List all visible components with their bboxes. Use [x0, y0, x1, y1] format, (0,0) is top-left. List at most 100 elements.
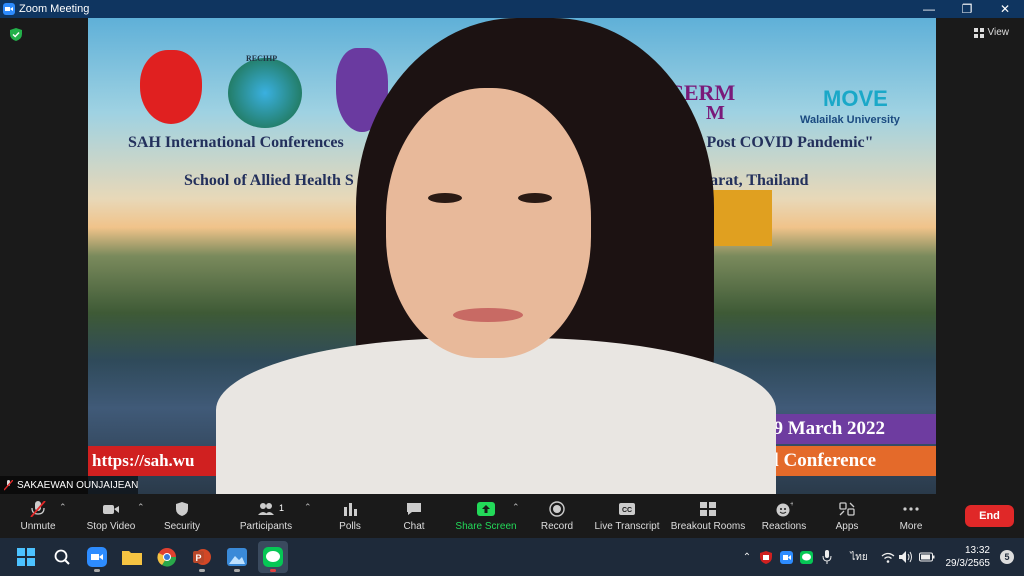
share-screen-label: Share Screen	[455, 520, 517, 532]
video-camera-icon	[103, 504, 119, 514]
move-logo-sub: Walailak University	[800, 114, 900, 126]
chat-label: Chat	[403, 520, 425, 532]
person-right-eye	[518, 193, 552, 203]
apps-icon	[839, 501, 855, 516]
stop-video-button[interactable]: Stop Video	[86, 494, 136, 538]
live-transcript-button[interactable]: CC Live Transcript	[594, 494, 660, 538]
volume-icon[interactable]	[898, 538, 914, 576]
shield-icon	[176, 501, 188, 516]
recihp-label: RECIHP	[246, 54, 278, 63]
taskbar-file-explorer[interactable]	[117, 541, 147, 573]
taskbar-line-app[interactable]	[258, 541, 288, 573]
svg-text:+: +	[790, 501, 793, 508]
participant-name: SAKAEWAN OUNJAIJEAN	[17, 479, 139, 491]
folder-icon	[122, 551, 142, 565]
taskbar-powerpoint[interactable]: P	[187, 541, 217, 573]
share-options-caret[interactable]: ⌃	[512, 502, 520, 513]
apps-button[interactable]: Apps	[834, 494, 860, 538]
share-screen-icon	[477, 501, 495, 516]
person-left-eye	[428, 193, 462, 203]
conference-banner: al Conference	[758, 446, 936, 476]
tray-microphone-icon[interactable]	[820, 538, 834, 576]
cerm-logo-sub: M	[706, 102, 725, 124]
url-banner: https://sah.wu	[88, 446, 228, 476]
participant-name-tag: SAKAEWAN OUNJAIJEAN	[0, 476, 139, 494]
tray-security-icon[interactable]	[758, 538, 774, 576]
battery-icon[interactable]	[918, 538, 936, 576]
more-label: More	[899, 520, 923, 532]
tray-language-indicator[interactable]: ไทย	[846, 538, 872, 576]
search-button[interactable]	[47, 541, 77, 573]
participants-options-caret[interactable]: ⌃	[304, 502, 312, 513]
record-button[interactable]: Record	[538, 494, 576, 538]
security-label: Security	[163, 520, 201, 532]
video-options-caret[interactable]: ⌃	[137, 502, 145, 513]
encryption-shield-icon[interactable]	[10, 28, 22, 41]
record-label: Record	[540, 520, 574, 532]
meeting-toolbar: Unmute ⌃ Stop Video ⌃ Security Participa…	[0, 494, 1024, 538]
close-button[interactable]: ✕	[986, 0, 1024, 18]
wifi-icon[interactable]	[880, 538, 896, 576]
more-button[interactable]: More	[896, 494, 926, 538]
more-dots-icon	[903, 506, 919, 511]
hero-logo	[140, 50, 202, 124]
move-logo: MOVE	[823, 86, 888, 111]
grid-icon	[973, 27, 984, 38]
svg-text:P: P	[195, 553, 201, 563]
date-banner: 29 March 2022	[758, 414, 936, 444]
banner-title-left: SAH International Conferences	[128, 134, 344, 151]
window-title: Zoom Meeting	[19, 3, 90, 15]
cc-glyph: CC	[622, 507, 632, 514]
restore-button[interactable]: ❐	[948, 0, 986, 18]
chat-button[interactable]: Chat	[398, 494, 430, 538]
clock-time: 13:32	[964, 545, 990, 556]
view-button[interactable]: View	[969, 24, 1015, 41]
security-button[interactable]: Security	[162, 494, 202, 538]
search-icon	[54, 549, 70, 565]
polls-icon	[344, 502, 357, 516]
chat-icon	[407, 502, 421, 515]
clock-date: 29/3/2565	[945, 558, 991, 569]
banner-school-left: School of Allied Health S	[184, 172, 354, 189]
zoom-app-icon	[3, 3, 15, 15]
participant-video: RECIHP CERM M MOVE Walailak University S…	[88, 18, 936, 494]
live-transcript-label: Live Transcript	[594, 520, 660, 532]
taskbar-chrome[interactable]	[152, 541, 182, 573]
minimize-button[interactable]: —	[910, 0, 948, 18]
line-chat-icon	[263, 547, 283, 567]
taskbar-photos[interactable]	[222, 541, 252, 573]
powerpoint-icon: P	[193, 549, 211, 565]
share-screen-button[interactable]: Share Screen	[455, 494, 517, 538]
person-lips	[453, 308, 523, 322]
end-meeting-button[interactable]: End	[965, 505, 1014, 527]
breakout-rooms-button[interactable]: Breakout Rooms	[670, 494, 746, 538]
unmute-button[interactable]: Unmute	[18, 494, 58, 538]
notification-badge[interactable]: 5	[1000, 550, 1014, 564]
tray-zoom-icon[interactable]	[778, 538, 794, 576]
person-shirt	[216, 338, 776, 494]
running-indicator	[270, 569, 276, 572]
start-button[interactable]	[11, 541, 41, 573]
polls-label: Polls	[339, 520, 361, 532]
tray-line-icon[interactable]	[798, 538, 814, 576]
polls-button[interactable]: Polls	[334, 494, 366, 538]
title-bar: Zoom Meeting — ❐ ✕	[0, 0, 1024, 18]
closed-caption-icon: CC	[619, 502, 635, 515]
system-clock[interactable]: 13:32 29/3/2565	[946, 544, 991, 570]
reactions-button[interactable]: + Reactions	[762, 494, 806, 538]
participants-icon	[258, 502, 274, 515]
unmute-label: Unmute	[20, 520, 56, 532]
chrome-icon	[157, 548, 177, 567]
stop-video-label: Stop Video	[86, 520, 136, 532]
apps-label: Apps	[835, 520, 859, 532]
taskbar-zoom-app[interactable]	[82, 541, 112, 573]
reactions-label: Reactions	[761, 520, 807, 532]
audio-options-caret[interactable]: ⌃	[59, 502, 67, 513]
recihp-logo	[228, 58, 302, 128]
record-icon	[549, 500, 565, 517]
show-hidden-icons-button[interactable]: ⌃	[740, 538, 754, 576]
running-indicator	[234, 569, 240, 572]
muted-mic-icon	[4, 479, 13, 490]
participants-button[interactable]: Participants	[238, 494, 294, 538]
view-label: View	[987, 27, 1010, 38]
